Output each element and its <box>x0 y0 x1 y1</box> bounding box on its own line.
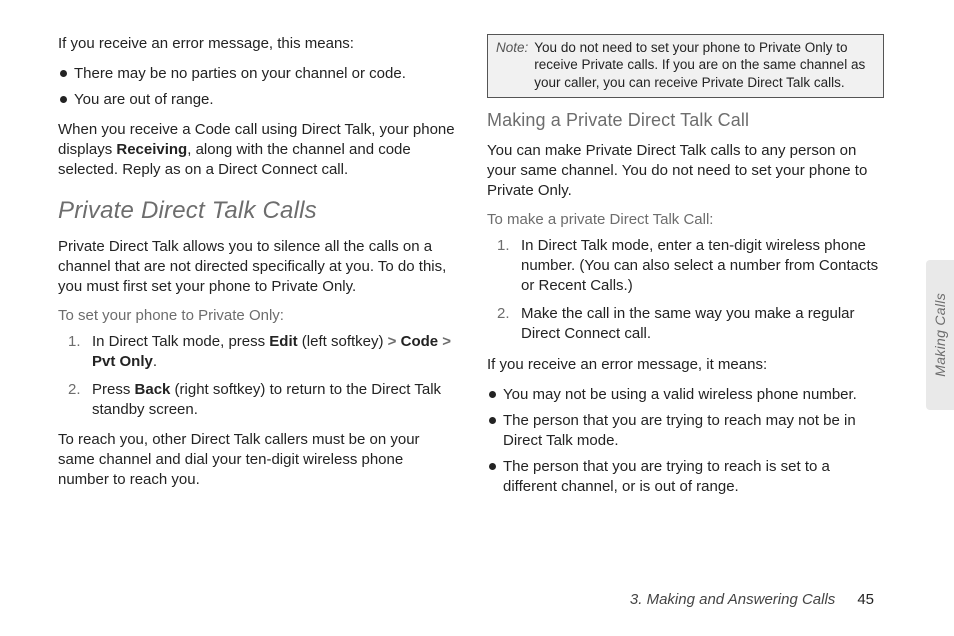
page-container: If you receive an error message, this me… <box>0 0 954 636</box>
left-p2: When you receive a Code call using Direc… <box>58 120 455 180</box>
page-footer: 3. Making and Answering Calls 45 <box>630 591 874 608</box>
side-tab: Making Calls <box>926 260 954 410</box>
note-label: Note: <box>496 39 530 91</box>
left-column: If you receive an error message, this me… <box>58 34 455 507</box>
text-fragment: In Direct Talk mode, press <box>92 333 269 350</box>
left-error-list: There may be no parties on your channel … <box>58 64 455 110</box>
steps-set-private-only: In Direct Talk mode, press Edit (left so… <box>66 332 455 420</box>
bold-receiving: Receiving <box>116 141 187 158</box>
list-item: The person that you are trying to reach … <box>487 457 884 497</box>
text-fragment: Press <box>92 381 135 398</box>
lead-make-private-call: To make a private Direct Talk Call: <box>487 211 884 228</box>
menu-pvt-only: Pvt Only <box>92 353 153 370</box>
steps-make-private-call: In Direct Talk mode, enter a ten-digit w… <box>495 236 884 344</box>
menu-code: Code <box>401 333 439 350</box>
footer-section-title: 3. Making and Answering Calls <box>630 591 835 608</box>
list-item: You may not be using a valid wireless ph… <box>487 385 884 405</box>
heading-making-private-call: Making a Private Direct Talk Call <box>487 110 884 131</box>
right-p1: You can make Private Direct Talk calls t… <box>487 141 884 201</box>
chevron-icon: > <box>442 333 451 350</box>
text-fragment: . <box>153 353 157 370</box>
step-2: Press Back (right softkey) to return to … <box>88 380 455 420</box>
right-column: Note: You do not need to set your phone … <box>487 34 884 507</box>
left-p3: Private Direct Talk allows you to silenc… <box>58 237 455 297</box>
heading-private-direct-talk: Private Direct Talk Calls <box>58 197 455 225</box>
page-number: 45 <box>857 591 874 608</box>
chevron-icon: > <box>388 333 397 350</box>
text-fragment: (left softkey) <box>298 333 388 350</box>
note-box: Note: You do not need to set your phone … <box>487 34 884 98</box>
left-p4: To reach you, other Direct Talk callers … <box>58 430 455 490</box>
softkey-edit: Edit <box>269 333 297 350</box>
list-item: The person that you are trying to reach … <box>487 411 884 451</box>
step-1: In Direct Talk mode, press Edit (left so… <box>88 332 455 372</box>
left-intro-p1: If you receive an error message, this me… <box>58 34 455 54</box>
right-p2: If you receive an error message, it mean… <box>487 355 884 375</box>
two-column-layout: If you receive an error message, this me… <box>58 34 884 507</box>
list-item: There may be no parties on your channel … <box>58 64 455 84</box>
softkey-back: Back <box>135 381 171 398</box>
note-body: You do not need to set your phone to Pri… <box>534 39 875 91</box>
side-tab-label: Making Calls <box>932 293 948 377</box>
lead-set-private-only: To set your phone to Private Only: <box>58 307 455 324</box>
right-error-list: You may not be using a valid wireless ph… <box>487 385 884 497</box>
list-item: You are out of range. <box>58 90 455 110</box>
step-1: In Direct Talk mode, enter a ten-digit w… <box>517 236 884 296</box>
step-2: Make the call in the same way you make a… <box>517 304 884 344</box>
